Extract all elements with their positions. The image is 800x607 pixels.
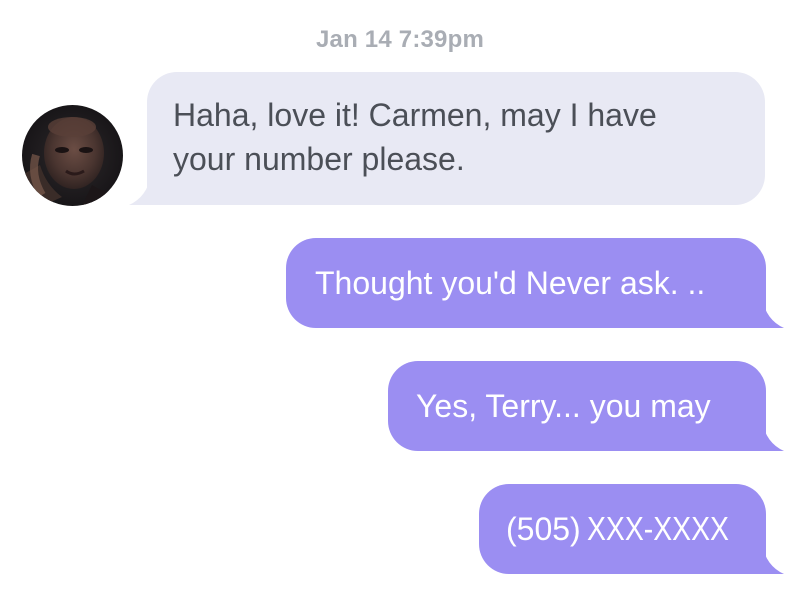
outgoing-message-bubble[interactable]: Thought you'd Never ask. ..: [286, 238, 784, 328]
outgoing-message-bubble[interactable]: Yes, Terry... you may: [388, 361, 784, 451]
bubble-tail-icon: [754, 544, 784, 574]
incoming-message-line-2: your number please.: [173, 141, 465, 177]
incoming-message-bubble[interactable]: Haha, love it! Carmen, may I have your n…: [129, 72, 765, 205]
bubble-tail-icon: [754, 421, 784, 451]
outgoing-phone-number-bubble[interactable]: (505) XXX-XXXX: [479, 484, 784, 574]
outgoing-message-text: Yes, Terry... you may: [416, 388, 711, 424]
contact-photo-icon: [22, 105, 123, 206]
outgoing-message-text: Thought you'd Never ask. ..: [315, 265, 706, 301]
incoming-message-line-1: Haha, love it! Carmen, may I have: [173, 97, 657, 133]
message-timestamp: Jan 14 7:39pm: [315, 26, 485, 53]
bubble-tail-icon: [754, 298, 784, 328]
phone-area-code: (505): [506, 511, 581, 547]
bubble-tail-icon: [129, 175, 159, 205]
phone-masked-digits: XXX-XXXX: [586, 510, 729, 547]
contact-avatar[interactable]: [22, 105, 123, 206]
